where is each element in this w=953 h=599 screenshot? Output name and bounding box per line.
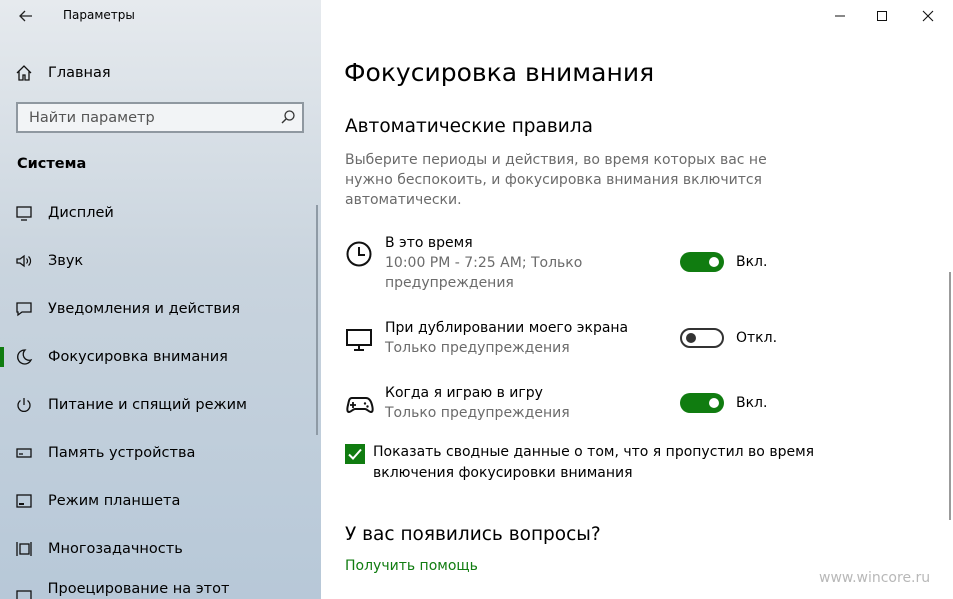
section-description: Выберите периоды и действия, во время ко…	[345, 152, 767, 208]
main-panel: Фокусировка внимания Автоматические прав…	[321, 0, 953, 599]
rule-title: В это время	[385, 235, 473, 251]
app-title: Параметры	[63, 8, 135, 22]
maximize-icon	[877, 11, 887, 21]
rule-during-these-times[interactable]: В это время 10:00 PM - 7:25 AM; Только п…	[345, 233, 945, 291]
rule-detail: Только предупреждения	[385, 340, 570, 356]
sidebar-item-label: Фокусировка внимания	[48, 349, 228, 365]
toggle-knob	[709, 257, 719, 267]
sidebar-item-home[interactable]: Главная	[14, 60, 111, 86]
sidebar-item-label: Дисплей	[48, 205, 114, 221]
get-help-link[interactable]: Получить помощь	[345, 558, 478, 574]
sidebar: Параметры Главная Система Дисплей Звук У…	[0, 0, 321, 599]
tablet-icon	[14, 491, 34, 511]
toggle-knob	[686, 333, 696, 343]
rule-title: При дублировании моего экрана	[385, 320, 629, 336]
back-button[interactable]	[14, 4, 38, 28]
toggle-knob	[709, 398, 719, 408]
sidebar-item-label: Главная	[48, 65, 111, 81]
back-arrow-icon	[19, 10, 32, 22]
rule-detail: Только предупреждения	[385, 405, 570, 421]
section-title: Автоматические правила	[345, 116, 593, 137]
projecting-icon	[14, 587, 34, 599]
main-scrollbar[interactable]	[949, 272, 951, 520]
rule-toggle[interactable]	[680, 252, 724, 272]
summary-checkbox-label: Показать сводные данные о том, что я про…	[373, 444, 815, 481]
rule-toggle[interactable]	[680, 393, 724, 413]
questions-title: У вас появились вопросы?	[345, 524, 601, 545]
minimize-button[interactable]	[817, 0, 863, 32]
monitor-icon	[346, 329, 372, 351]
sidebar-item-notifications[interactable]: Уведомления и действия	[14, 294, 314, 324]
sidebar-item-multitasking[interactable]: Многозадачность	[14, 534, 314, 564]
sidebar-item-label: Режим планшета	[48, 493, 181, 509]
sidebar-scrollbar[interactable]	[316, 205, 318, 435]
close-button[interactable]	[905, 0, 951, 32]
home-icon	[14, 63, 34, 83]
toggle-state-label: Вкл.	[736, 254, 768, 270]
sidebar-item-storage[interactable]: Память устройства	[14, 438, 314, 468]
sidebar-item-projecting[interactable]: Проецирование на этот компьютер	[14, 581, 314, 599]
sidebar-item-label: Проецирование на этот компьютер	[47, 581, 230, 599]
minimize-icon	[835, 15, 845, 17]
close-icon	[922, 10, 934, 22]
storage-icon	[14, 443, 34, 463]
search-input[interactable]	[18, 104, 279, 131]
rule-toggle[interactable]	[680, 328, 724, 348]
sidebar-item-label: Память устройства	[48, 445, 196, 461]
sidebar-item-focus-assist[interactable]: Фокусировка внимания	[0, 342, 314, 372]
rule-title: Когда я играю в игру	[385, 385, 543, 401]
sidebar-item-label: Питание и спящий режим	[48, 397, 247, 413]
rule-playing-game[interactable]: Когда я играю в игру Только предупрежден…	[345, 383, 945, 439]
watermark: www.wincore.ru	[819, 570, 931, 586]
sidebar-item-power[interactable]: Питание и спящий режим	[14, 390, 314, 420]
rule-detail: 10:00 PM - 7:25 AM; Только предупреждени…	[385, 255, 583, 291]
sidebar-item-label: Уведомления и действия	[48, 301, 241, 317]
display-icon	[14, 203, 34, 223]
gamepad-icon	[346, 397, 374, 414]
toggle-state-label: Вкл.	[736, 395, 768, 411]
sound-icon	[14, 251, 34, 271]
sidebar-item-sound[interactable]: Звук	[14, 246, 314, 276]
sidebar-item-display[interactable]: Дисплей	[14, 198, 314, 228]
sidebar-section-title: Система	[17, 156, 87, 172]
rule-duplicating-display[interactable]: При дублировании моего экрана Только пре…	[345, 318, 945, 374]
multitasking-icon	[14, 539, 34, 559]
summary-checkbox[interactable]	[345, 444, 365, 464]
moon-icon	[14, 347, 34, 367]
search-icon[interactable]	[280, 109, 296, 125]
sidebar-item-label: Многозадачность	[48, 541, 183, 557]
maximize-button[interactable]	[859, 0, 905, 32]
toggle-state-label: Откл.	[736, 330, 778, 346]
clock-icon	[346, 241, 372, 267]
page-title: Фокусировка внимания	[344, 58, 655, 87]
search-box[interactable]	[16, 102, 304, 133]
sidebar-item-tablet-mode[interactable]: Режим планшета	[14, 486, 314, 516]
sidebar-item-label: Звук	[48, 253, 84, 269]
power-icon	[14, 395, 34, 415]
checkmark-icon	[348, 448, 362, 460]
notifications-icon	[14, 299, 34, 319]
